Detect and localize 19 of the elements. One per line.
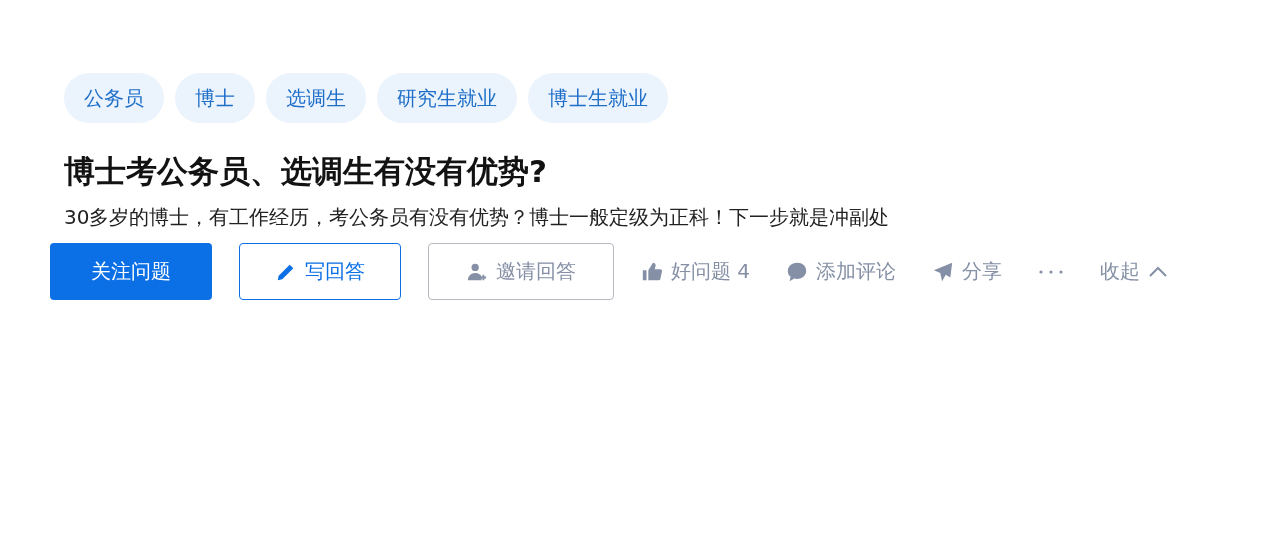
thumbs-up-icon [641,260,663,283]
share-button[interactable]: 分享 [932,258,1003,286]
write-answer-button[interactable]: 写回答 [239,243,401,301]
topic-tag[interactable]: 研究生就业 [377,73,517,123]
topic-tag[interactable]: 选调生 [266,73,366,123]
topic-tag[interactable]: 博士生就业 [528,73,668,123]
good-question-button[interactable]: 好问题 4 [641,258,751,286]
more-button[interactable] [1038,268,1065,275]
follow-button[interactable]: 关注问题 [50,243,212,301]
comment-icon [786,260,809,283]
topic-tag[interactable]: 公务员 [64,73,164,123]
paper-plane-icon [932,260,955,283]
invite-answer-button[interactable]: 邀请回答 [428,243,614,301]
chevron-up-icon [1148,265,1169,278]
add-comment-button[interactable]: 添加评论 [786,258,897,286]
collapse-button[interactable]: 收起 [1100,258,1169,286]
topic-tag[interactable]: 博士 [175,73,255,123]
question-title: 博士考公务员、选调生有没有优势? [64,153,548,191]
question-description: 30多岁的博士，有工作经历，考公务员有没有优势？博士一般定级为正科！下一步就是冲副处 [64,204,891,231]
